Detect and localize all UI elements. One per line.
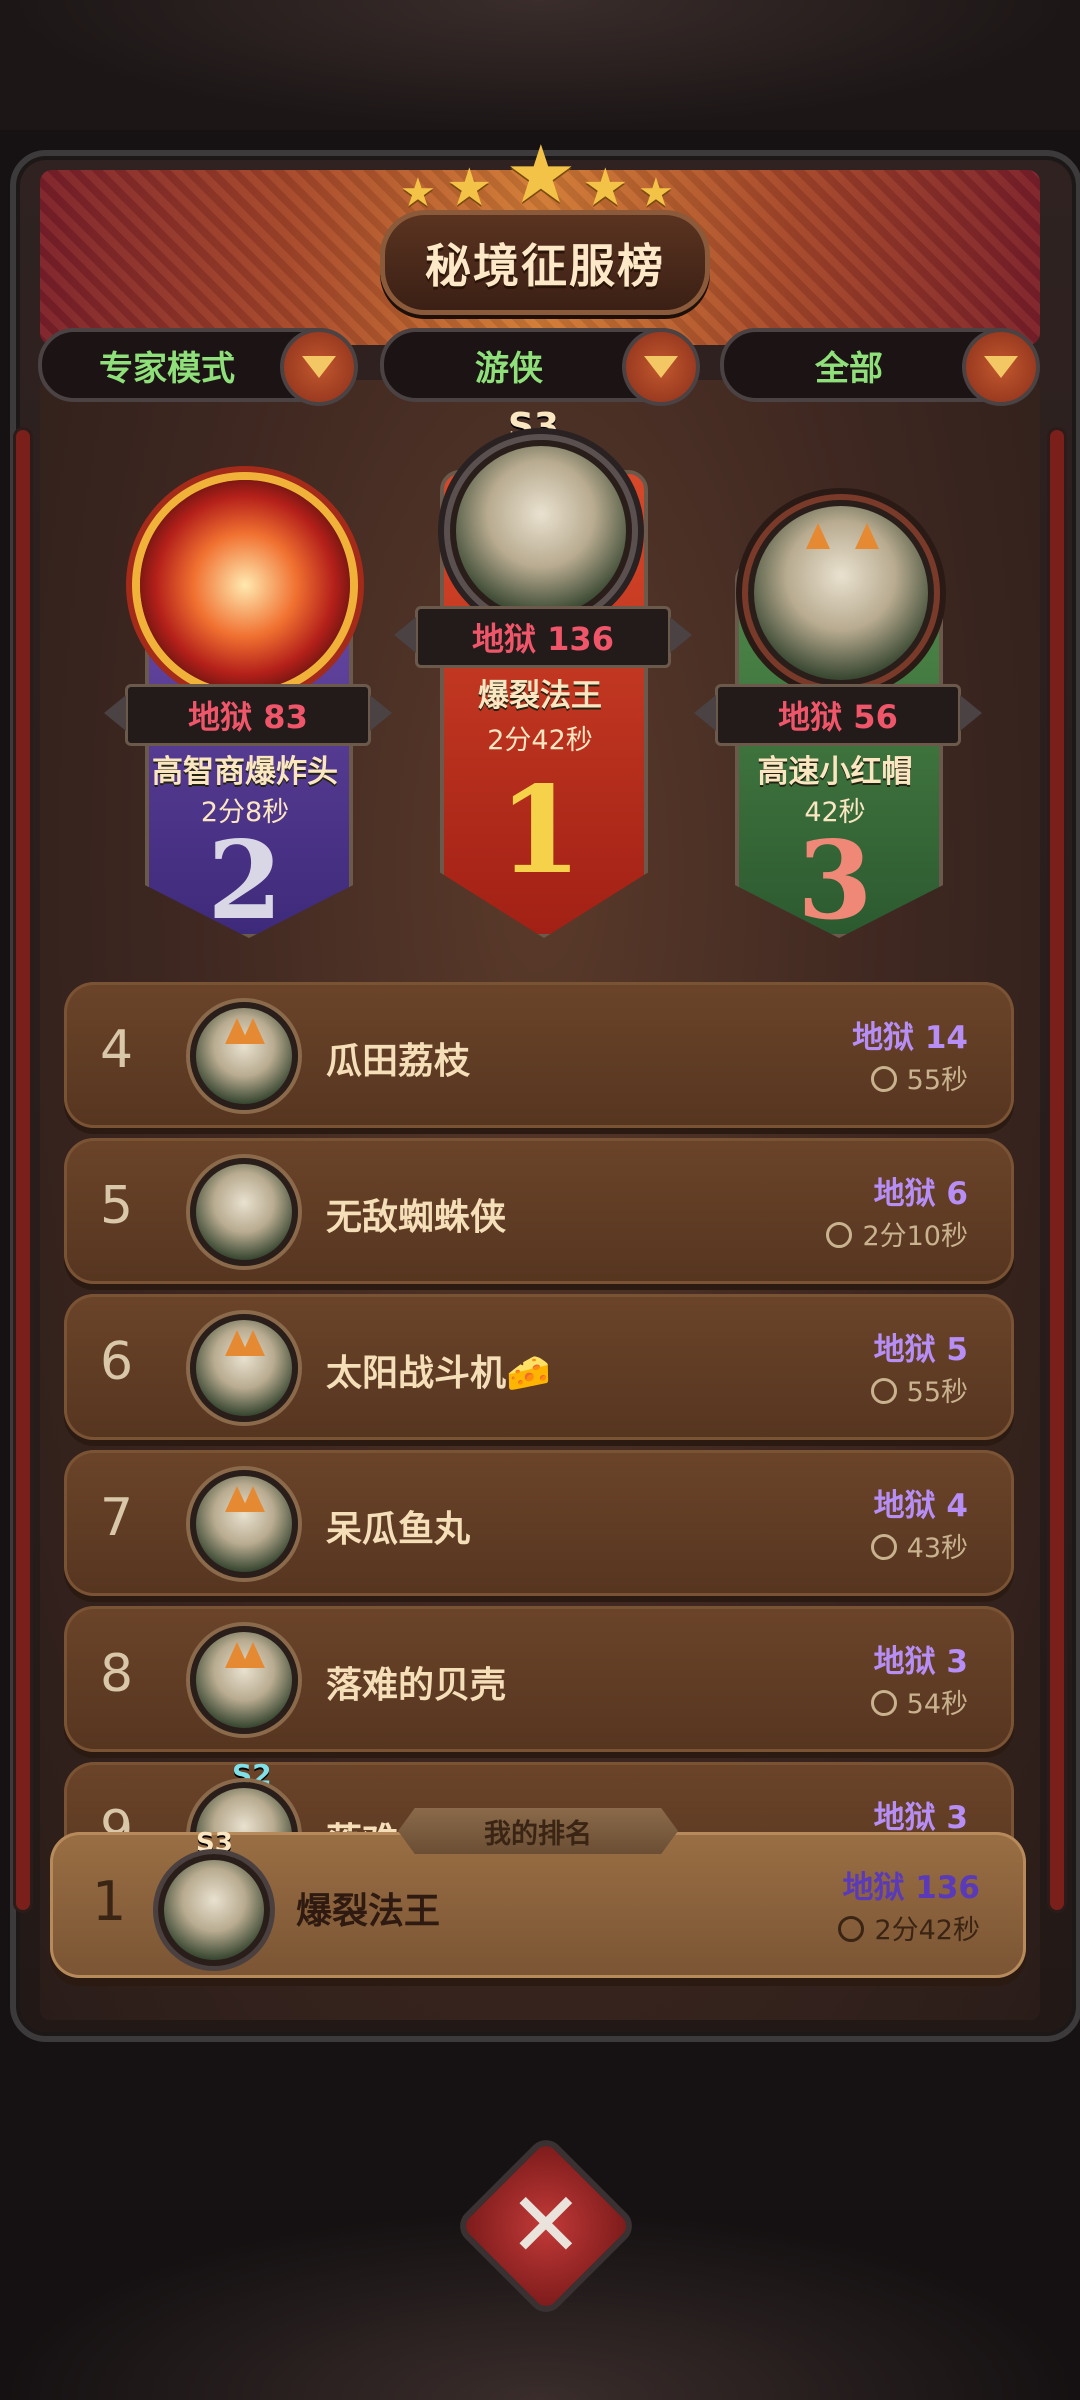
row-rank: 4 — [100, 1020, 134, 1080]
star-icon: ★ — [582, 158, 629, 218]
my-rank-number: 1 — [92, 1870, 127, 1933]
row-time: 54秒 — [870, 1682, 968, 1721]
clock-icon — [838, 1916, 865, 1942]
scope-filter[interactable]: 全部 — [720, 328, 1040, 406]
row-name: 瓜田荔枝 — [326, 1041, 471, 1082]
fox-avatar — [190, 1626, 298, 1734]
my-name: 爆裂法王 — [296, 1891, 441, 1932]
row-rank: 7 — [100, 1488, 134, 1548]
podium-second-level: 地狱 83 — [104, 684, 392, 746]
star-icon: ★ — [446, 158, 493, 218]
chevron-down-icon[interactable] — [622, 328, 700, 406]
row-name: 落难的贝壳 — [326, 1665, 507, 1706]
clock-icon — [870, 1690, 897, 1716]
fox-avatar[interactable] — [748, 500, 934, 686]
imp-avatar[interactable] — [450, 440, 632, 622]
fire-swirl-avatar[interactable] — [140, 480, 350, 690]
row-rank: 5 — [100, 1176, 134, 1236]
podium-first-rank: 1 — [498, 760, 582, 901]
class-filter[interactable]: 游侠 — [380, 328, 700, 406]
fox-avatar — [190, 1470, 298, 1578]
mode-filter[interactable]: 专家模式 — [38, 328, 358, 406]
right-rail — [1050, 430, 1064, 1910]
fox-avatar — [190, 1002, 298, 1110]
page-title: 秘境征服榜 — [425, 238, 665, 293]
leaderboard-row[interactable]: 8 落难的贝壳 地狱 3 54秒 — [64, 1606, 1014, 1752]
chevron-down-icon[interactable] — [280, 328, 358, 406]
clock-icon — [826, 1222, 853, 1248]
row-level: 地狱 3 — [873, 1800, 968, 1836]
podium-first-name: 爆裂法王 — [478, 678, 602, 714]
crossed-swords-close-icon: ✕ — [508, 2172, 584, 2278]
row-name: 呆瓜鱼丸 — [326, 1509, 471, 1550]
podium-second-name: 高智商爆炸头 — [152, 754, 338, 790]
leaderboard-row[interactable]: 6 太阳战斗机🧀 地狱 5 55秒 — [64, 1294, 1014, 1440]
podium-first-level: 地狱 136 — [394, 606, 692, 668]
my-level: 地狱 136 — [842, 1870, 980, 1906]
top-background — [0, 0, 1080, 130]
row-level: 地狱 6 — [873, 1176, 968, 1212]
row-rank: 6 — [100, 1332, 134, 1392]
clock-icon — [870, 1534, 897, 1560]
podium-first-time: 2分42秒 — [487, 725, 593, 756]
row-name: 太阳战斗机🧀 — [326, 1353, 551, 1394]
leaderboard-row[interactable]: 5 无敌蜘蛛侠 地狱 6 2分10秒 — [64, 1138, 1014, 1284]
my-rank-label: 我的排名 — [398, 1808, 678, 1854]
clock-icon — [870, 1378, 897, 1404]
podium-third-level: 地狱 56 — [694, 684, 982, 746]
clock-icon — [870, 1066, 897, 1092]
row-rank: 8 — [100, 1644, 134, 1704]
chevron-down-icon[interactable] — [962, 328, 1040, 406]
podium-third-rank: 3 — [797, 818, 873, 944]
podium-second-rank: 2 — [207, 818, 283, 944]
row-time: 55秒 — [870, 1058, 968, 1097]
row-time: 2分10秒 — [826, 1214, 968, 1253]
row-name: 无敌蜘蛛侠 — [326, 1197, 507, 1238]
row-level: 地狱 14 — [852, 1020, 968, 1056]
imp-avatar — [190, 1158, 298, 1266]
left-rail — [16, 430, 30, 1910]
my-time: 2分42秒 — [838, 1908, 980, 1947]
row-time: 55秒 — [870, 1370, 968, 1409]
title-plate: 秘境征服榜 — [380, 210, 710, 315]
imp-avatar — [158, 1854, 270, 1966]
leaderboard-row[interactable]: 4 瓜田荔枝 地狱 14 55秒 — [64, 982, 1014, 1128]
row-time: 43秒 — [870, 1526, 968, 1565]
fox-avatar — [190, 1314, 298, 1422]
star-icon: ★ — [505, 128, 577, 221]
row-level: 地狱 3 — [873, 1644, 968, 1680]
podium-third-name: 高速小红帽 — [757, 754, 913, 790]
row-level: 地狱 5 — [873, 1332, 968, 1368]
leaderboard-row[interactable]: 7 呆瓜鱼丸 地狱 4 43秒 — [64, 1450, 1014, 1596]
row-level: 地狱 4 — [873, 1488, 968, 1524]
